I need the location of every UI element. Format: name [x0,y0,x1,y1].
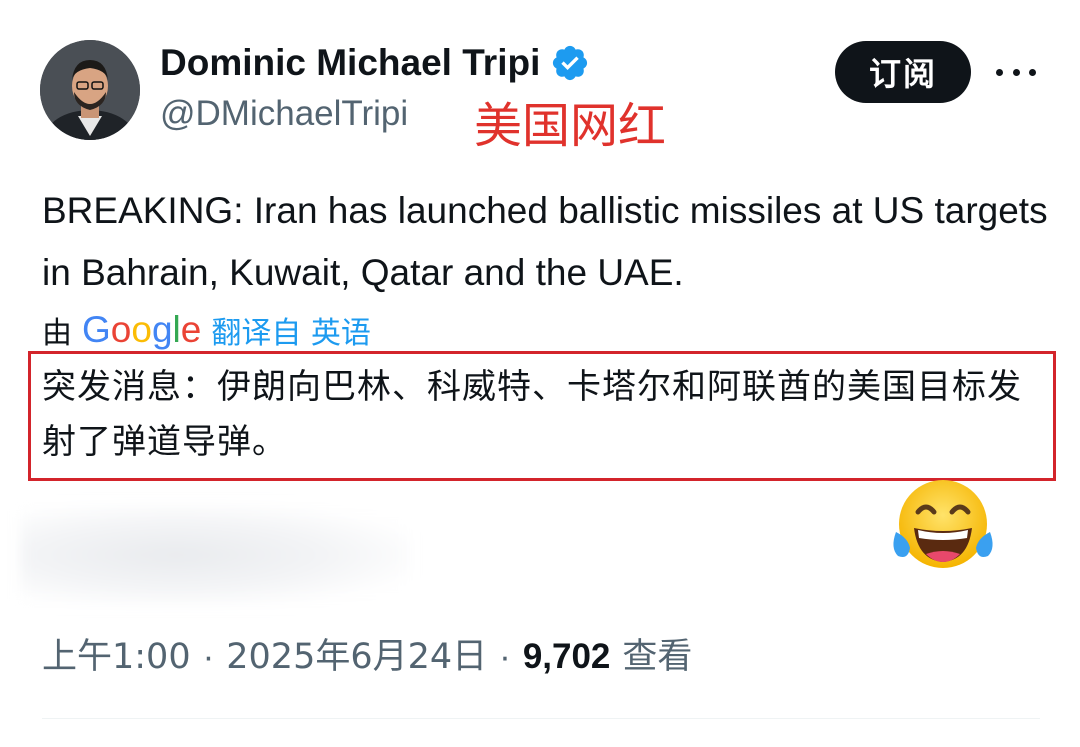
views-count: 9,702 [522,637,611,676]
separator: · [499,637,511,676]
annotation-label: 美国网红 [474,98,667,154]
tweet-metadata: 上午1:00 · 2025年6月24日 · 9,702 查看 [42,628,692,679]
tweet-time[interactable]: 上午1:00 [42,628,191,679]
translated-by-prefix: 由 [42,316,72,351]
more-horizontal-icon[interactable] [996,58,1036,86]
author-name-row[interactable]: Dominic Michael Tripi [160,42,590,84]
author-display-name[interactable]: Dominic Michael Tripi [160,42,540,84]
separator: · [202,637,215,676]
translated-from-link[interactable]: 翻译自 英语 [211,308,371,352]
tweet-text: BREAKING: Iran has launched ballistic mi… [42,190,1048,293]
avatar[interactable] [40,40,140,140]
blurred-region [20,505,410,605]
views-label: 查看 [622,637,693,677]
verified-badge-icon [553,45,588,81]
subscribe-button[interactable]: 订阅 [835,41,971,103]
tweet-date[interactable]: 2025年6月24日 [226,628,487,679]
translation-attribution: 由 Google 翻译自 英语 [42,308,371,352]
author-handle[interactable]: @DMichaelTripi [160,94,408,134]
translated-tweet-text: 突发消息：伊朗向巴林、科威特、卡塔尔和阿联酋的美国目标发射了弹道导弹。 [42,367,1022,462]
face-with-tears-of-joy-icon [893,480,993,568]
divider [42,718,1040,719]
google-logo: Google [82,309,202,350]
